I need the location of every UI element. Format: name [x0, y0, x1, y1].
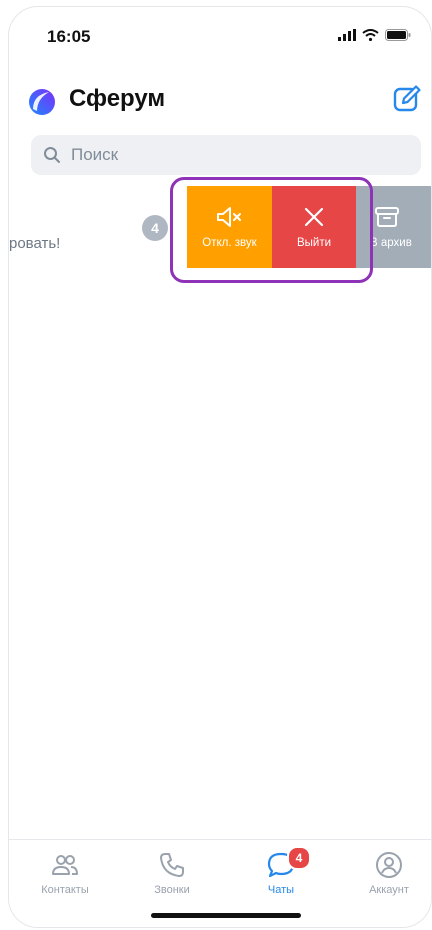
tab-calls[interactable]: Звонки [122, 850, 222, 896]
home-indicator[interactable] [151, 913, 301, 918]
leave-button[interactable]: Выйти [272, 186, 356, 268]
tab-chats-label: Чаты [267, 884, 295, 896]
phone-screen: 16:05 Сферум Поиск ровать! 4 Откл. звук … [8, 6, 432, 928]
account-icon [376, 852, 402, 878]
archive-icon [375, 207, 399, 227]
leave-label: Выйти [296, 237, 332, 249]
phone-icon [160, 853, 184, 877]
tab-account-label: Аккаунт [369, 884, 409, 896]
tab-chats[interactable]: 4 Чаты [231, 846, 331, 896]
status-time: 16:05 [47, 27, 91, 46]
archive-label: В архив [370, 237, 412, 249]
sferum-logo-icon [29, 89, 55, 115]
tab-contacts[interactable]: Контакты [15, 850, 115, 896]
swipe-actions: Откл. звук Выйти В архив [187, 186, 431, 268]
search-icon [44, 147, 60, 163]
chat-preview-text: ровать! [9, 235, 61, 252]
tab-account[interactable]: Аккаунт [339, 850, 431, 896]
status-bar: 16:05 [9, 7, 431, 65]
mute-label: Откл. звук [202, 237, 257, 249]
app-header: Сферум [9, 79, 431, 123]
tab-contacts-label: Контакты [41, 884, 89, 896]
tab-calls-label: Звонки [154, 884, 190, 896]
compose-icon[interactable] [391, 83, 423, 115]
chat-list-item[interactable]: ровать! 4 Откл. звук Выйти В архив [9, 183, 431, 271]
search-input[interactable] [69, 144, 373, 166]
battery-icon [385, 29, 411, 41]
close-icon [304, 207, 324, 227]
unread-count-badge: 4 [142, 215, 168, 241]
contacts-icon [52, 855, 78, 875]
chats-badge: 4 [287, 846, 311, 870]
mute-icon [216, 207, 241, 227]
signal-icon [338, 29, 356, 41]
search-bar[interactable] [31, 135, 421, 175]
mute-button[interactable]: Откл. звук [187, 186, 272, 268]
app-title: Сферум [69, 85, 166, 112]
archive-button[interactable]: В архив [356, 186, 431, 268]
status-icons [338, 29, 411, 41]
wifi-icon [362, 29, 379, 41]
